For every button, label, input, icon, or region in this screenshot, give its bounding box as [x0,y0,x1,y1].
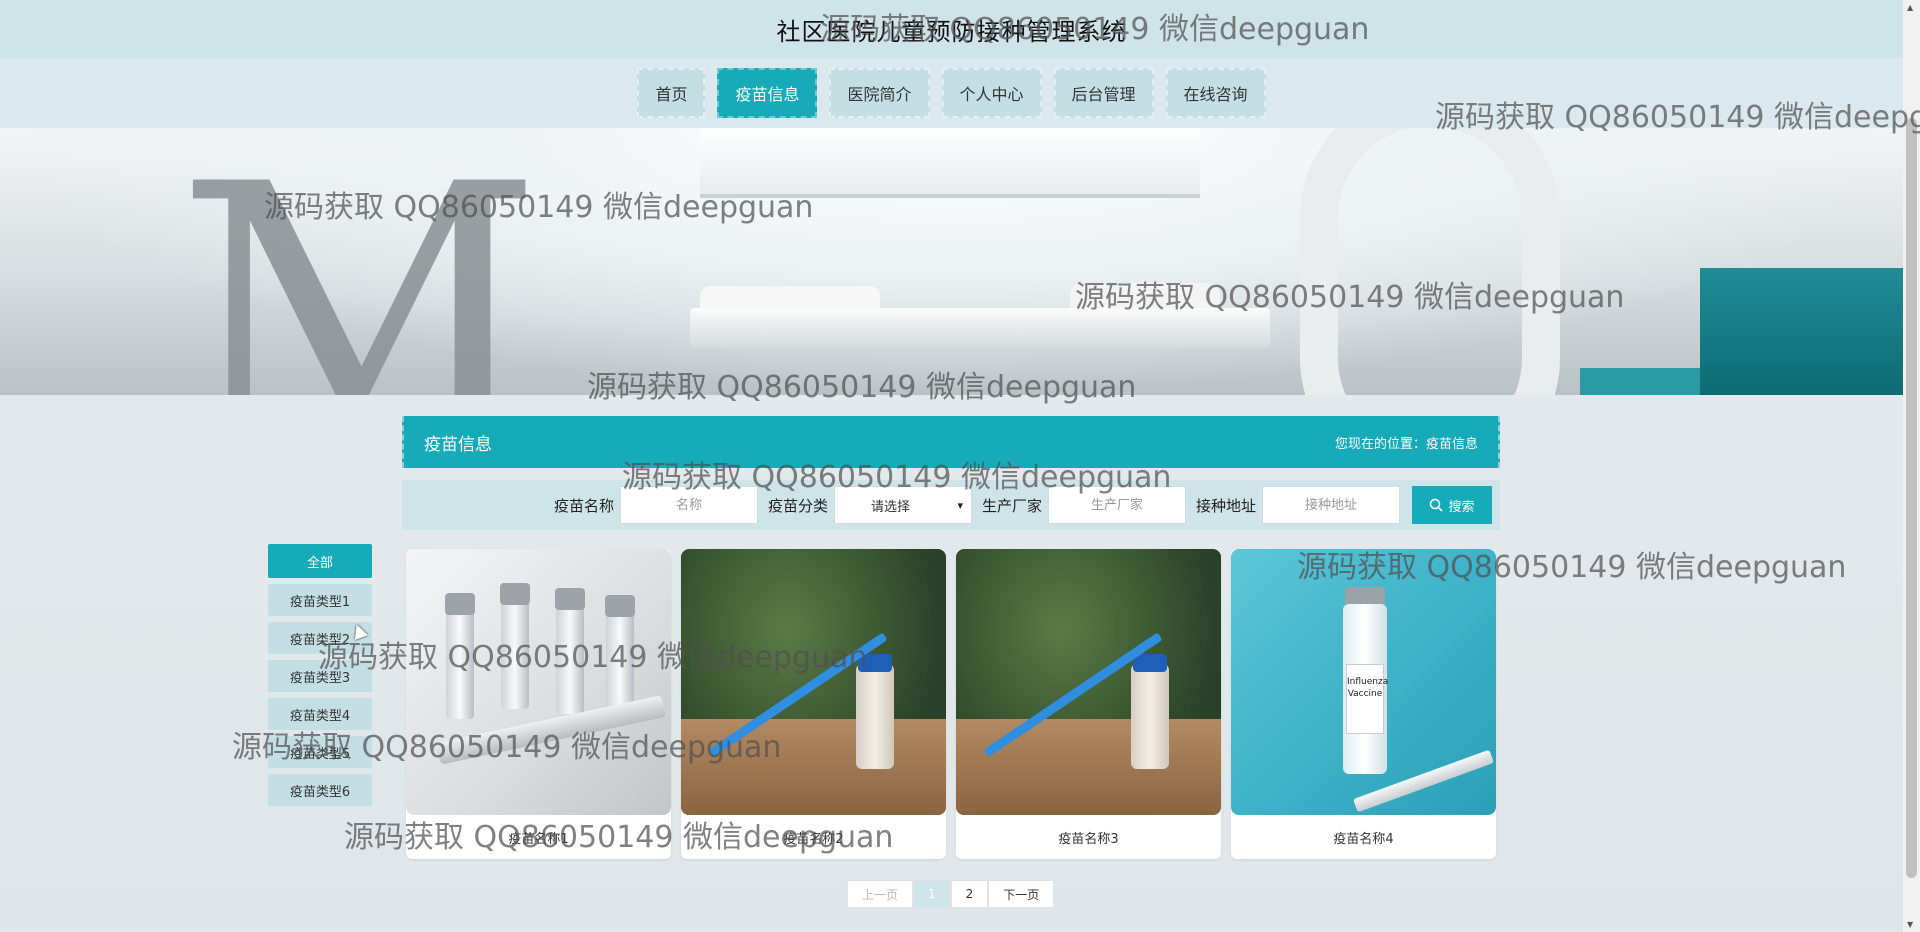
breadcrumb: 您现在的位置：疫苗信息 [1335,433,1478,452]
nav-online-consult[interactable]: 在线咨询 [1165,68,1266,118]
banner-letter-m: M [175,128,544,396]
scroll-up-icon[interactable]: ▲ [1907,3,1913,12]
page-scrollbar[interactable]: ▲ ▼ [1903,0,1920,932]
page-2-button[interactable]: 2 [950,880,989,908]
bottle-shape [1131,664,1169,769]
nav-home[interactable]: 首页 [637,68,706,118]
banner-bed [690,308,1270,348]
vaccine-category-label: 疫苗分类 [767,496,828,515]
top-header: 社区医院儿童预防接种管理系统 [0,0,1903,58]
bottle-cap [1133,654,1167,672]
main-nav: 首页 疫苗信息 医院简介 个人中心 后台管理 在线咨询 [0,58,1903,128]
breadcrumb-prefix: 您现在的位置： [1334,436,1426,452]
vaccine-card-name[interactable]: 疫苗名称2 [681,815,946,859]
nav-vaccine-info[interactable]: 疫苗信息 [717,68,818,118]
vaccine-category-select[interactable]: 请选择 ▾ [833,486,972,524]
vial-shape [501,599,529,709]
vaccination-address-label: 接种地址 [1195,496,1256,515]
vaccine-card[interactable]: 疫苗名称3 [956,549,1221,859]
vial-cap [605,595,635,617]
table-surface [956,719,1221,815]
prev-page-button[interactable]: 上一页 [847,880,914,908]
vial-cap [555,588,585,610]
vaccine-image-flu[interactable]: Influenza Vaccine [1231,549,1496,815]
bottle-cap [858,654,892,672]
search-icon [1430,498,1444,512]
vial-cap [445,593,475,615]
vial-shape [556,604,584,714]
category-selected-value: 请选择 [870,499,910,515]
category-type-3[interactable]: 疫苗类型3 [268,660,372,692]
site-title: 社区医院儿童预防接种管理系统 [776,17,1127,46]
vial-shape [446,609,474,719]
section-title: 疫苗信息 [424,434,492,455]
category-type-1[interactable]: 疫苗类型1 [268,584,372,616]
category-type-6[interactable]: 疫苗类型6 [268,774,372,806]
hero-banner-image: M [0,128,1903,395]
category-all[interactable]: 全部 [268,544,372,578]
nav-admin[interactable]: 后台管理 [1053,68,1154,118]
banner-scanner-arch [1300,128,1560,395]
vaccine-card[interactable]: 疫苗名称1 [406,549,671,859]
vaccine-card-name[interactable]: 疫苗名称3 [956,815,1221,859]
next-page-button[interactable]: 下一页 [988,880,1055,908]
bottle-label: Influenza Vaccine [1346,664,1389,734]
vaccine-card-grid: 疫苗名称1 疫苗名称2 疫苗名称3 Influenza Vaccine 疫苗名称… [406,549,1498,859]
scrollbar-thumb[interactable] [1906,118,1917,878]
vaccine-name-label: 疫苗名称 [553,496,614,515]
bottle-shape [856,664,894,769]
table-surface [681,719,946,815]
breadcrumb-current[interactable]: 疫苗信息 [1426,437,1478,452]
vaccine-name-input[interactable] [619,486,758,524]
vial-cap [500,583,530,605]
vaccine-card-name[interactable]: 疫苗名称1 [406,815,671,859]
section-header: 疫苗信息 您现在的位置：疫苗信息 [402,416,1500,468]
nav-hospital-intro[interactable]: 医院简介 [829,68,930,118]
search-button[interactable]: 搜索 [1412,486,1492,524]
vaccine-image-vials[interactable] [406,549,671,815]
banner-cabinet [1700,268,1903,395]
chevron-down-icon: ▾ [957,498,963,512]
banner-cabinet [1580,368,1710,395]
vaccine-image-syringe[interactable] [681,549,946,815]
vaccine-card[interactable]: Influenza Vaccine 疫苗名称4 [1231,549,1496,859]
category-type-4[interactable]: 疫苗类型4 [268,698,372,730]
vaccine-card-name[interactable]: 疫苗名称4 [1231,815,1496,859]
manufacturer-input[interactable] [1047,486,1186,524]
category-type-5[interactable]: 疫苗类型5 [268,736,372,768]
search-bar: 疫苗名称 疫苗分类 请选择 ▾ 生产厂家 接种地址 搜索 [402,480,1500,530]
pagination: 上一页 1 2 下一页 [847,880,1055,908]
vaccine-image-syringe[interactable] [956,549,1221,815]
vaccine-card[interactable]: 疫苗名称2 [681,549,946,859]
search-button-label: 搜索 [1448,499,1475,515]
bottle-label-text: Influenza Vaccine [1347,677,1389,699]
vaccination-address-input[interactable] [1262,486,1400,524]
page-1-button[interactable]: 1 [913,880,951,908]
scroll-down-icon[interactable]: ▼ [1907,920,1913,929]
manufacturer-label: 生产厂家 [981,496,1042,515]
banner-ceiling [700,128,1200,198]
category-list: 全部 疫苗类型1 疫苗类型2 疫苗类型3 疫苗类型4 疫苗类型5 疫苗类型6 [268,544,372,812]
nav-personal-center[interactable]: 个人中心 [941,68,1042,118]
